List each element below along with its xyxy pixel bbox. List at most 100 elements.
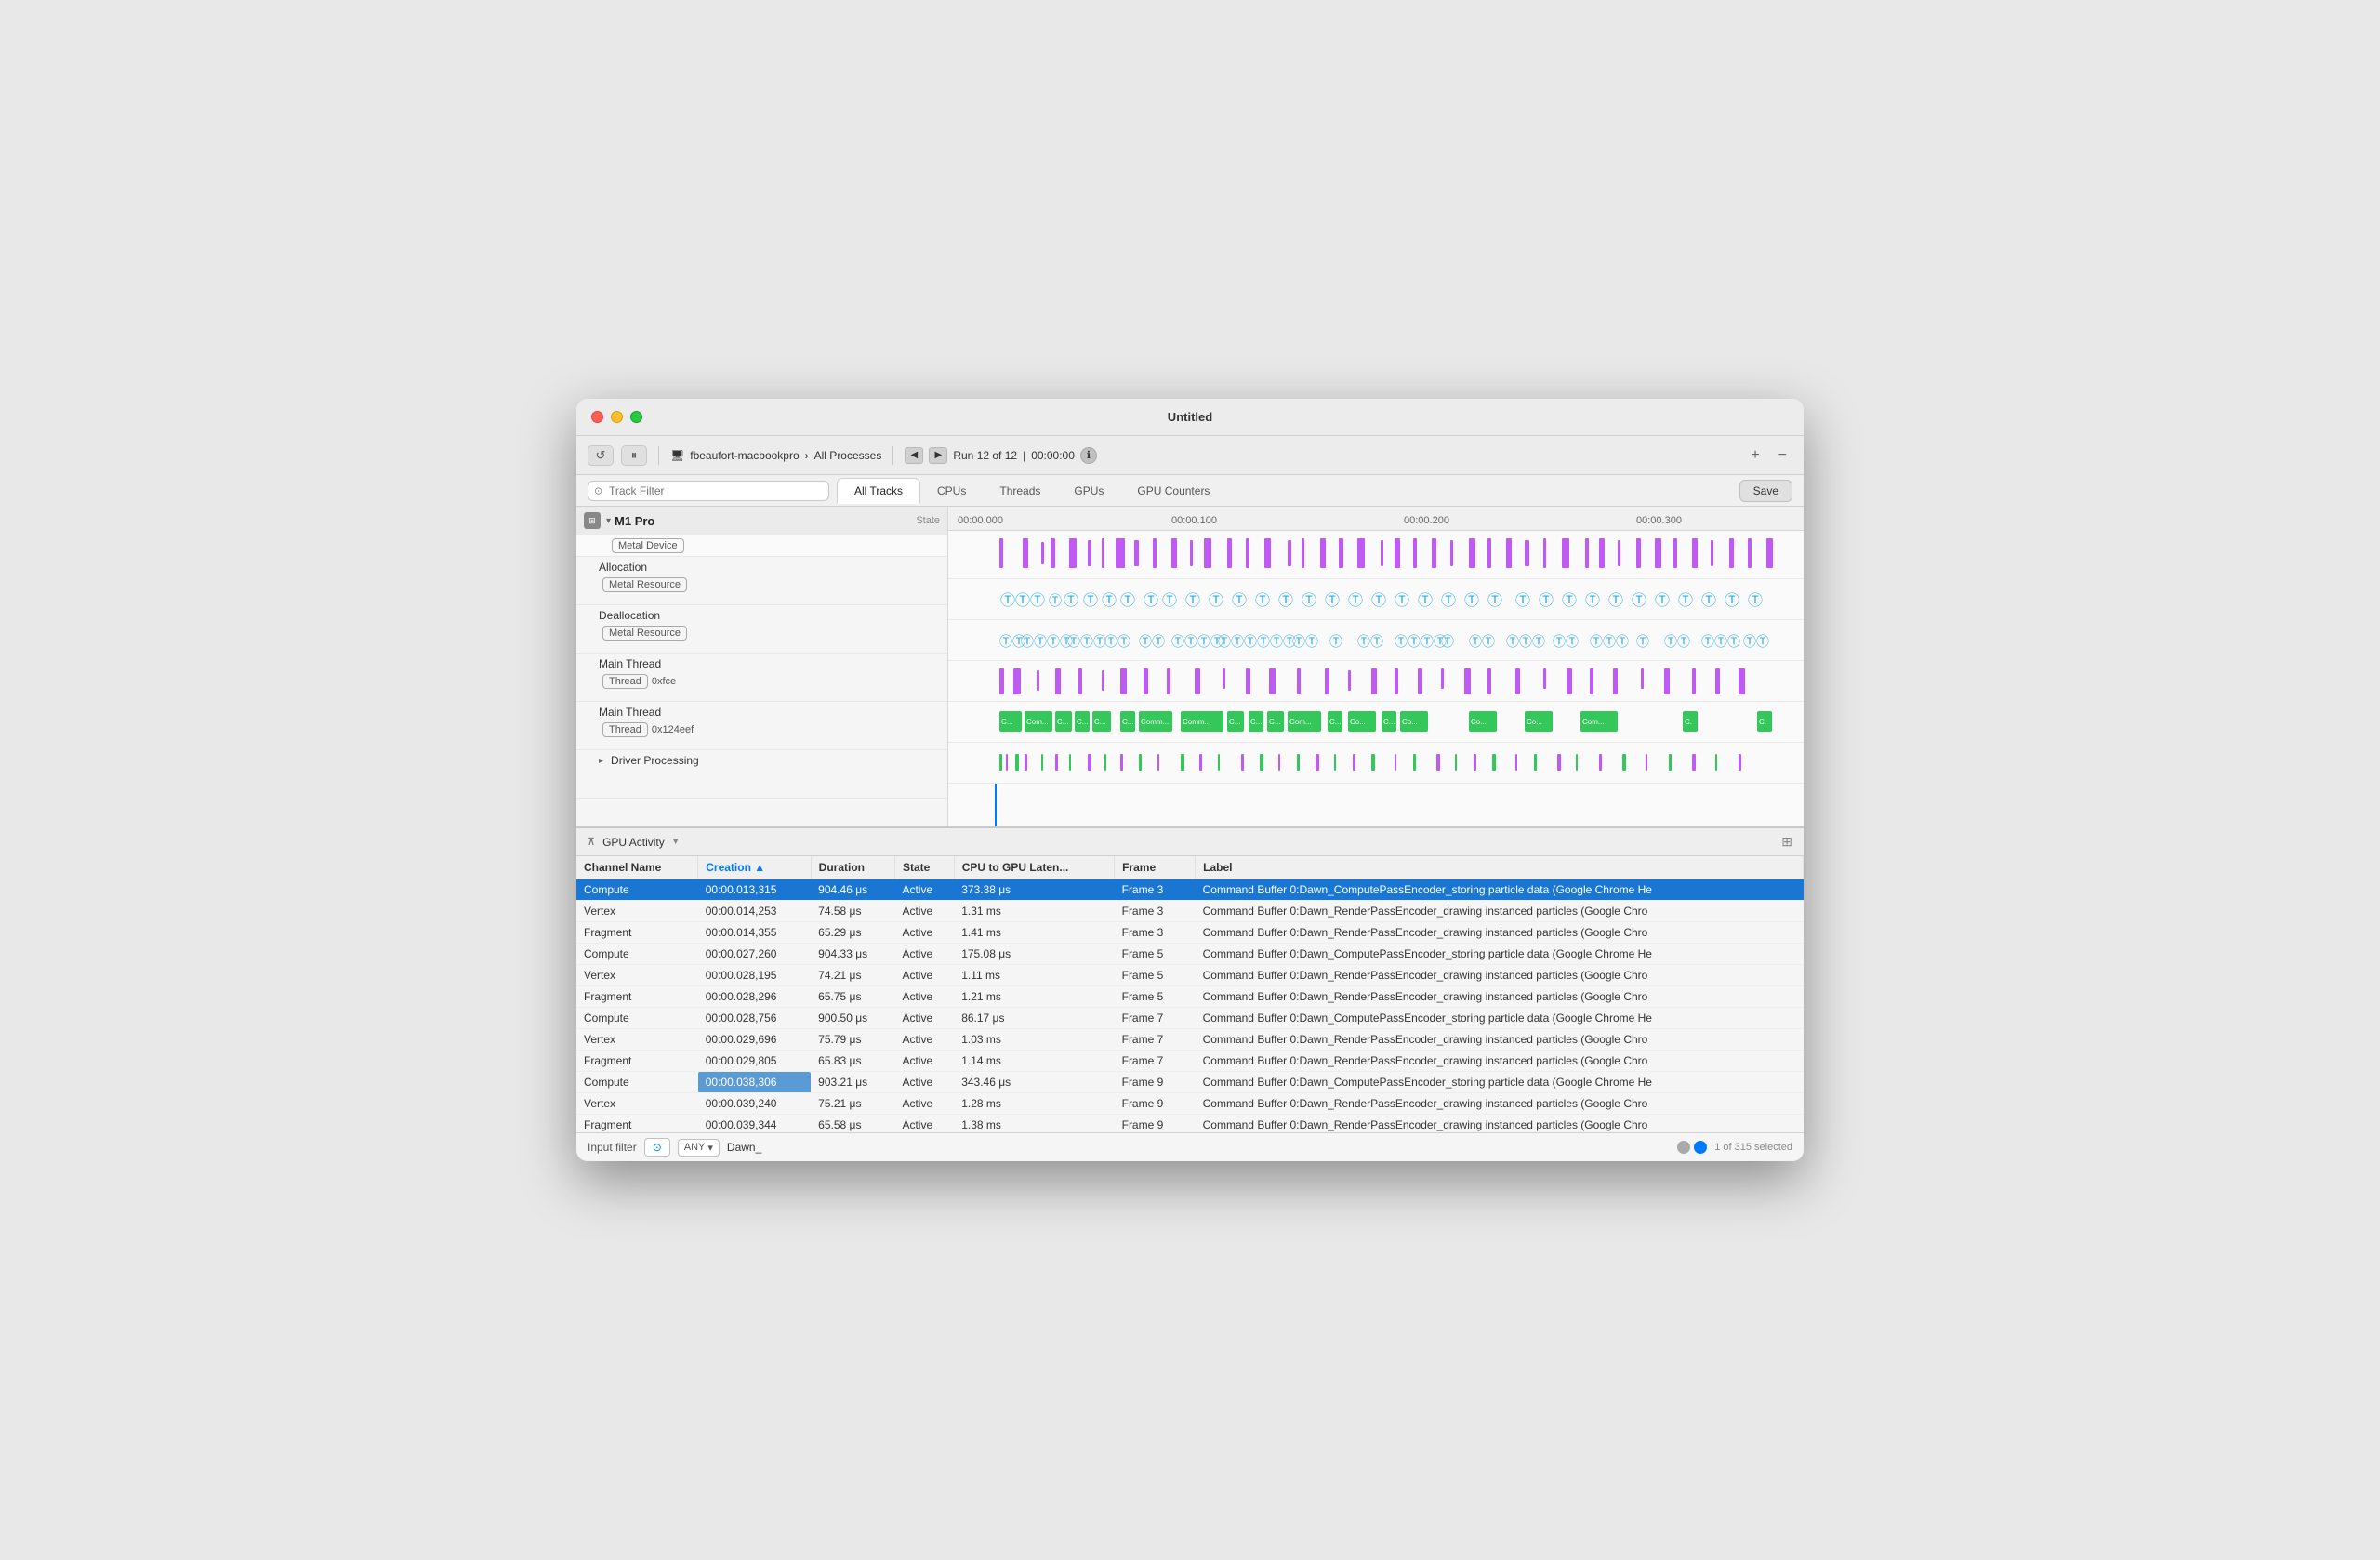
resize-btn[interactable]: ⊞ <box>1781 834 1792 850</box>
tab-all-tracks[interactable]: All Tracks <box>837 478 920 504</box>
svg-text:Ⓣ: Ⓣ <box>1348 591 1363 609</box>
table-row[interactable]: Fragment00:00.028,29665.75 μsActive1.21 … <box>576 986 1804 1008</box>
processes-label[interactable]: All Processes <box>814 449 882 462</box>
expand-icon[interactable]: ▾ <box>606 516 611 526</box>
table-row[interactable]: Fragment00:00.029,80565.83 μsActive1.14 … <box>576 1051 1804 1072</box>
svg-text:Ⓣ: Ⓣ <box>1725 591 1739 609</box>
deallocation-row: Deallocation Metal Resource <box>576 605 947 654</box>
cell-frame: Frame 3 <box>1115 879 1196 901</box>
cell-channel: Fragment <box>576 1051 698 1072</box>
table-row[interactable]: Compute00:00.013,315904.46 μsActive373.3… <box>576 879 1804 901</box>
filter-icon: ⊙ <box>594 484 602 496</box>
col-frame[interactable]: Frame <box>1115 856 1196 879</box>
svg-text:C...: C... <box>1229 718 1240 726</box>
table-row[interactable]: Compute00:00.038,306903.21 μsActive343.4… <box>576 1072 1804 1093</box>
cell-cpu_gpu_lat: 1.31 ms <box>954 901 1114 922</box>
table-row[interactable]: Compute00:00.027,260904.33 μsActive175.0… <box>576 944 1804 965</box>
tab-cpus[interactable]: CPUs <box>920 479 983 503</box>
run-prev-button[interactable]: ◀ <box>905 447 923 464</box>
driver-expand-icon[interactable]: ▸ <box>599 756 603 766</box>
tab-gpus[interactable]: GPUs <box>1057 479 1120 503</box>
main-thread-2-label: Main Thread Thread 0x124eef <box>599 706 694 737</box>
fullscreen-button[interactable] <box>630 411 642 423</box>
table-row[interactable]: Fragment00:00.039,34465.58 μsActive1.38 … <box>576 1115 1804 1133</box>
cell-duration: 65.58 μs <box>811 1115 894 1133</box>
filter-any-dropdown[interactable]: ANY ▾ <box>678 1139 720 1157</box>
toolbar-right: + − <box>1745 445 1792 466</box>
cell-channel: Vertex <box>576 1093 698 1115</box>
cell-duration: 74.58 μs <box>811 901 894 922</box>
ruler-mark-300: 00:00.300 <box>1636 515 1682 526</box>
table-row[interactable]: Vertex00:00.028,19574.21 μsActive1.11 ms… <box>576 965 1804 986</box>
table-row[interactable]: Compute00:00.028,756900.50 μsActive86.17… <box>576 1008 1804 1029</box>
svg-text:Co...: Co... <box>1471 718 1487 726</box>
metal-device-tag: Metal Device <box>612 538 684 553</box>
svg-text:C...: C... <box>1329 718 1341 726</box>
close-button[interactable] <box>591 411 603 423</box>
window-title: Untitled <box>1168 410 1212 424</box>
cell-frame: Frame 9 <box>1115 1115 1196 1133</box>
col-duration[interactable]: Duration <box>811 856 894 879</box>
device-grid-icon: ⊞ <box>584 512 601 529</box>
svg-text:Ⓣ: Ⓣ <box>1209 591 1223 609</box>
cell-state: Active <box>894 965 954 986</box>
col-cpu-gpu-lat[interactable]: CPU to GPU Laten... <box>954 856 1114 879</box>
cell-channel: Compute <box>576 944 698 965</box>
top-pane: ⊞ ▾ M1 Pro State Metal Device Allocation… <box>576 507 1804 826</box>
main-window: Untitled ↺ ⏸ 🖥 fbeaufort-macbookpro › Al… <box>576 399 1804 1161</box>
col-creation[interactable]: Creation ▲ <box>698 856 811 879</box>
svg-text:Ⓣ: Ⓣ <box>1015 591 1030 609</box>
col-state[interactable]: State <box>894 856 954 879</box>
cell-duration: 904.33 μs <box>811 944 894 965</box>
cell-label: Command Buffer 0:Dawn_ComputePassEncoder… <box>1196 1072 1804 1093</box>
add-button[interactable]: + <box>1745 445 1765 466</box>
svg-text:Ⓣ: Ⓣ <box>1655 591 1670 609</box>
table-section: Channel Name Creation ▲ Duration State C… <box>576 856 1804 1132</box>
gpu-expand-icon[interactable]: ⊼ <box>588 836 595 848</box>
svg-text:Ⓣ: Ⓣ <box>1049 594 1062 609</box>
table-row[interactable]: Vertex00:00.029,69675.79 μsActive1.03 ms… <box>576 1029 1804 1051</box>
minimize-button[interactable] <box>611 411 623 423</box>
table-row[interactable]: Fragment00:00.014,35565.29 μsActive1.41 … <box>576 922 1804 944</box>
filter-dot-active[interactable] <box>1694 1141 1707 1154</box>
filter-text-input[interactable] <box>727 1141 1670 1154</box>
pause-button[interactable]: ⏸ <box>621 445 647 466</box>
svg-text:ⓉⓉⓉⓉ: ⓉⓉⓉⓉ <box>1171 635 1223 650</box>
cell-frame: Frame 5 <box>1115 965 1196 986</box>
col-label[interactable]: Label <box>1196 856 1804 879</box>
thread-tag-1: Thread <box>602 674 648 689</box>
run-next-button[interactable]: ▶ <box>929 447 947 464</box>
cell-creation: 00:00.028,296 <box>698 986 811 1008</box>
track-svg-6 <box>948 743 1804 784</box>
cell-creation: 00:00.028,756 <box>698 1008 811 1029</box>
cell-channel: Compute <box>576 1008 698 1029</box>
minus-button[interactable]: − <box>1773 445 1792 466</box>
filter-dot-inactive[interactable] <box>1677 1141 1690 1154</box>
cell-creation: 00:00.014,253 <box>698 901 811 922</box>
save-button[interactable]: Save <box>1739 480 1792 502</box>
svg-text:Ⓣ: Ⓣ <box>1329 635 1342 650</box>
timeline-canvas: Ⓣ Ⓣ Ⓣ Ⓣ Ⓣ Ⓣ Ⓣ Ⓣ Ⓣ Ⓣ Ⓣ Ⓣ Ⓣ Ⓣ Ⓣ <box>948 531 1804 826</box>
svg-text:Ⓣ: Ⓣ <box>1441 635 1454 650</box>
filter-status: 1 of 315 selected <box>1714 1142 1792 1153</box>
info-button[interactable]: ℹ <box>1080 447 1097 464</box>
tab-gpu-counters[interactable]: GPU Counters <box>1120 479 1226 503</box>
track-filter-input[interactable] <box>588 481 829 501</box>
back-button[interactable]: ↺ <box>588 445 614 466</box>
svg-text:Ⓣ: Ⓣ <box>1585 591 1600 609</box>
svg-text:Ⓣ: Ⓣ <box>1255 591 1270 609</box>
svg-text:Ⓣ: Ⓣ <box>1278 591 1293 609</box>
col-channel[interactable]: Channel Name <box>576 856 698 879</box>
cell-state: Active <box>894 1029 954 1051</box>
metal-resource-tag-alloc: Metal Resource <box>602 577 687 592</box>
svg-text:Co...: Co... <box>1350 718 1366 726</box>
table-row[interactable]: Vertex00:00.014,25374.58 μsActive1.31 ms… <box>576 901 1804 922</box>
table-row[interactable]: Vertex00:00.039,24075.21 μsActive1.28 ms… <box>576 1093 1804 1115</box>
svg-text:C...: C... <box>1250 718 1262 726</box>
svg-text:Ⓣ: Ⓣ <box>1632 591 1646 609</box>
traffic-lights <box>591 411 642 423</box>
tab-threads[interactable]: Threads <box>983 479 1057 503</box>
main-thread-row-2: Main Thread Thread 0x124eef <box>576 702 947 750</box>
svg-text:Comm...: Comm... <box>1183 718 1210 726</box>
input-filter-bar: Input filter ⊙ ANY ▾ 1 of 315 selected <box>576 1132 1804 1161</box>
